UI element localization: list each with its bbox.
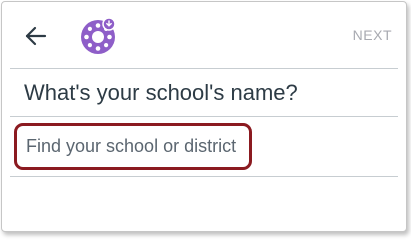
search-divider xyxy=(10,176,398,177)
school-name-question: What's your school's name? xyxy=(24,80,298,105)
toolbar: NEXT xyxy=(2,2,406,68)
school-search-field[interactable] xyxy=(14,123,252,170)
back-button[interactable] xyxy=(23,23,53,49)
login-screen: NEXT What's your school's name? xyxy=(1,1,407,232)
next-button[interactable]: NEXT xyxy=(353,27,392,43)
question-divider xyxy=(10,116,398,117)
toolbar-divider xyxy=(10,68,398,69)
back-arrow-icon xyxy=(25,26,47,46)
school-search-input[interactable] xyxy=(26,126,246,167)
canvas-logo-icon xyxy=(80,17,118,55)
